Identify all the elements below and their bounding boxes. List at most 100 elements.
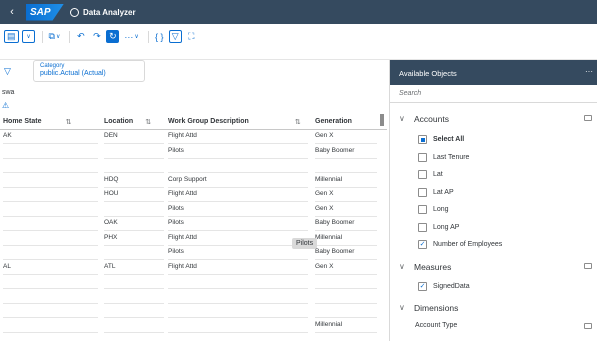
chevron-down-icon[interactable]: ∨ [399,114,405,123]
table-cell[interactable]: Flight Attd [168,130,308,144]
checkbox[interactable] [418,152,427,162]
table-cell[interactable]: Baby Boomer [315,145,377,159]
checkbox[interactable]: ✓ [418,282,427,291]
table-cell[interactable]: Baby Boomer [315,217,377,231]
table-cell[interactable] [104,159,164,173]
filter-token[interactable]: Category public.Actual (Actual) [33,60,145,82]
table-cell[interactable]: Gen X [315,130,377,144]
table-cell[interactable] [168,275,308,289]
table-cell[interactable] [104,246,164,260]
table-cell[interactable] [3,232,98,246]
section-dimensions[interactable]: ∨ Dimensions [390,299,597,317]
dimension-menu-icon[interactable] [584,323,592,329]
expand-icon[interactable]: ⛶ [185,30,198,43]
chevron-down-icon[interactable]: ∨ [399,262,405,271]
filter-token-icon[interactable]: ▽ [4,66,11,77]
refresh-icon[interactable]: ↻ [106,30,120,43]
checkbox[interactable] [418,222,427,232]
dimension-item[interactable]: Account Type [390,318,597,334]
chevron-down-icon[interactable]: ∨ [399,303,405,312]
dropdown-icon[interactable]: ∨ [21,30,35,43]
column-header[interactable]: Location ⇅ [104,118,151,126]
table-cell[interactable]: OAK [104,217,164,231]
table-cell[interactable]: Millennial [315,174,377,188]
table-cell[interactable] [168,304,308,318]
table-cell[interactable] [3,275,98,289]
table-cell[interactable] [3,188,98,202]
table-cell[interactable]: Gen X [315,203,377,217]
table-cell[interactable] [3,304,98,318]
table-cell[interactable] [315,290,377,304]
table-cell[interactable] [104,145,164,159]
filter-icon[interactable]: ▽ [168,30,182,43]
table-cell[interactable] [3,290,98,304]
table-cell[interactable]: HOU [104,188,164,202]
checkbox[interactable]: ✓ [418,240,427,249]
table-cell[interactable] [3,145,98,159]
table-cell[interactable]: Pilots [168,145,308,159]
table-view-icon[interactable]: ▤ [4,30,19,43]
object-item[interactable]: Lat [390,167,597,183]
table-cell[interactable] [168,159,308,173]
table-cell[interactable] [104,203,164,217]
section-menu-icon[interactable] [584,115,592,121]
copy-icon[interactable]: ⧉ ∨ [47,30,63,43]
table-cell[interactable]: Millennial [315,319,377,333]
table-cell[interactable]: Flight Attd [168,232,308,246]
table-cell[interactable]: Pilots [168,246,308,260]
table-cell[interactable]: PHX [104,232,164,246]
redo-icon[interactable]: ↷ [90,30,103,43]
table-cell[interactable]: Flight Attd [168,261,308,275]
object-item[interactable]: ✓ Number of Employees [390,237,597,253]
table-cell[interactable] [168,319,308,333]
table-cell[interactable]: ATL [104,261,164,275]
table-cell[interactable]: Baby Boomer [315,246,377,260]
table-cell[interactable] [3,246,98,260]
object-item[interactable]: ✓ SignedData [390,279,597,295]
table-cell[interactable] [315,159,377,173]
checkbox[interactable] [418,187,427,197]
object-item[interactable]: Last Tenure [390,150,597,166]
table-cell[interactable] [104,319,164,333]
table-cell[interactable] [3,203,98,217]
table-cell[interactable] [3,319,98,333]
undo-icon[interactable]: ↶ [74,30,87,43]
more-icon[interactable]: ··· ∨ [122,30,140,43]
table-cell[interactable] [104,304,164,318]
checkbox[interactable] [418,135,427,144]
table-cell[interactable] [315,275,377,289]
table-cell[interactable] [3,174,98,188]
column-header[interactable]: Work Group Description ⇅ [168,118,301,126]
search-input[interactable]: Search [390,85,597,103]
table-cell[interactable]: Gen X [315,261,377,275]
sort-icon[interactable]: ⇅ [295,118,301,126]
table-cell[interactable] [104,290,164,304]
table-cell[interactable] [104,275,164,289]
table-cell[interactable] [315,304,377,318]
table-cell[interactable]: HDQ [104,174,164,188]
table-cell[interactable]: AK [3,130,98,144]
checkbox[interactable] [418,170,427,179]
table-cell[interactable] [3,217,98,231]
formula-icon[interactable]: { } [153,30,166,43]
table-cell[interactable]: Pilots [168,217,308,231]
sort-icon[interactable]: ⇅ [145,118,151,126]
more-icon[interactable]: ··· [585,67,593,76]
table-cell[interactable]: Corp Support [168,174,308,188]
table-cell[interactable]: Flight Attd [168,188,308,202]
column-header[interactable]: Generation [315,118,352,125]
scrollbar[interactable] [380,114,384,126]
table-cell[interactable]: Gen X [315,188,377,202]
object-item[interactable]: Lat AP [390,185,597,201]
table-cell[interactable]: AL [3,261,98,275]
checkbox[interactable] [418,205,427,214]
object-item[interactable]: Select All [390,132,597,148]
table-cell[interactable]: Pilots [168,203,308,217]
table-cell[interactable] [3,159,98,173]
section-measures[interactable]: ∨ Measures [390,258,597,276]
object-item[interactable]: Long AP [390,220,597,236]
column-header[interactable]: Home State ⇅ [3,118,72,126]
table-cell[interactable]: DEN [104,130,164,144]
chevron-left-icon[interactable]: ‹ [4,6,20,18]
object-item[interactable]: Long [390,202,597,218]
